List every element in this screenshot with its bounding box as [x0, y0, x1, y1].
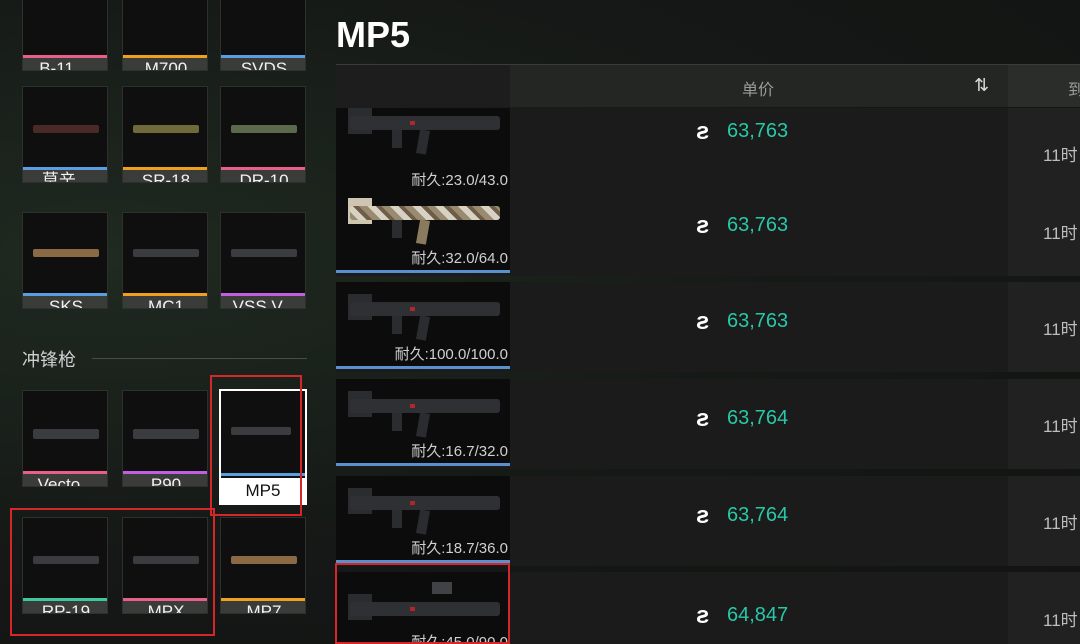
listing-weapon-image: 耐久:100.0/100.0 — [336, 282, 510, 366]
price-value: 63,763 — [727, 310, 789, 332]
weapon-card-vector[interactable]: Vecto... — [22, 390, 108, 487]
weapon-image — [221, 518, 305, 598]
mp5-icon — [348, 108, 500, 168]
weapon-image — [123, 87, 207, 167]
rarity-bar — [336, 463, 510, 466]
listing-weapon-image: 耐久:32.0/64.0 — [336, 186, 510, 270]
time-cell: 11时 — [1008, 476, 1080, 566]
durability-text: 耐久:32.0/64.0 — [411, 250, 508, 267]
time-value: 11时 — [1043, 146, 1078, 165]
header-next-label: 到 — [1068, 82, 1080, 99]
listing-row[interactable]: 耐久:18.7/36.0 ƨ 63,764 11时 — [336, 476, 1080, 566]
weapon-image — [23, 0, 107, 55]
weapon-card-mosin[interactable]: 莫辛... — [22, 86, 108, 183]
weapon-card-mp7[interactable]: MP7 — [220, 517, 306, 614]
highlight-box-mp5 — [210, 375, 302, 516]
page-title: MP5 — [336, 14, 411, 55]
header-price-label: 单价 — [742, 82, 775, 99]
weapon-label: Vecto... — [23, 474, 107, 486]
weapon-image — [23, 391, 107, 471]
listing-row[interactable]: 耐久:16.7/32.0 ƨ 63,764 11时 — [336, 379, 1080, 469]
weapon-card-vss[interactable]: VSS V... — [220, 212, 306, 309]
weapon-card-m700[interactable]: M700 — [122, 0, 208, 71]
price-value: 63,763 — [727, 214, 789, 236]
header-image-column — [336, 65, 510, 107]
currency-icon: ƨ — [696, 405, 710, 432]
listing-weapon-image: 耐久:16.7/32.0 — [336, 379, 510, 463]
time-cell: 11时 — [1008, 572, 1080, 644]
time-cell: 11时 — [1008, 379, 1080, 469]
time-cell: 11时 — [1008, 186, 1080, 276]
weapon-label: B-11 ... — [23, 58, 107, 70]
time-value: 11时 — [1043, 224, 1078, 243]
time-value: 11时 — [1043, 514, 1078, 533]
weapon-label: DR-10 — [221, 170, 305, 182]
currency-icon: ƨ — [696, 602, 710, 629]
price-value: 63,763 — [727, 120, 789, 142]
durability-text: 耐久:100.0/100.0 — [394, 346, 508, 363]
weapon-image — [221, 87, 305, 167]
weapon-label: P90 — [123, 474, 207, 486]
weapon-category-panel: B-11 ... M700 SVDS 莫辛... SR-18 DR-10 SKS… — [0, 0, 320, 644]
currency-icon: ƨ — [696, 118, 710, 145]
weapon-card-sr18[interactable]: SR-18 — [122, 86, 208, 183]
time-cell: 11时 — [1008, 108, 1080, 198]
price-value: 64,847 — [727, 604, 789, 626]
currency-icon: ƨ — [696, 502, 710, 529]
weapon-card-dr10[interactable]: DR-10 — [220, 86, 306, 183]
sort-icon[interactable]: ⇅ — [974, 75, 989, 96]
section-title-smg: 冲锋枪 — [22, 350, 76, 370]
listing-row[interactable]: 耐久:100.0/100.0 ƨ 63,763 11时 — [336, 282, 1080, 372]
listing-row[interactable]: 耐久:32.0/64.0 ƨ 63,763 11时 — [336, 186, 1080, 276]
weapon-image — [23, 213, 107, 293]
rarity-bar — [336, 270, 510, 273]
weapon-card-b11[interactable]: B-11 ... — [22, 0, 108, 71]
time-value: 11时 — [1043, 320, 1078, 339]
weapon-card-mc1[interactable]: MC1 — [122, 212, 208, 309]
highlight-box-listing — [335, 563, 510, 644]
weapon-label: SVDS — [221, 58, 305, 70]
weapon-image — [123, 213, 207, 293]
price-value: 63,764 — [727, 504, 789, 526]
rarity-bar — [336, 366, 510, 369]
weapon-label: MC1 — [123, 296, 207, 308]
weapon-label: SKS — [23, 296, 107, 308]
listing-row[interactable]: 耐久:23.0/43.0 ƨ 63,763 11时 — [336, 108, 1080, 198]
weapon-card-svds[interactable]: SVDS — [220, 0, 306, 71]
header-next-column[interactable]: 到 — [1008, 65, 1080, 107]
weapon-label: 莫辛... — [23, 170, 107, 182]
durability-text: 耐久:16.7/32.0 — [411, 443, 508, 460]
weapon-image — [221, 0, 305, 55]
listing-weapon-image: 耐久:23.0/43.0 — [336, 108, 510, 192]
weapon-image — [123, 0, 207, 55]
currency-icon: ƨ — [696, 212, 710, 239]
weapon-label: M700 — [123, 58, 207, 70]
weapon-image — [221, 213, 305, 293]
highlight-box-rp19-mpx — [10, 508, 215, 636]
price-value: 63,764 — [727, 407, 789, 429]
weapon-label: MP7 — [221, 601, 305, 613]
section-divider — [92, 358, 307, 359]
durability-text: 耐久:18.7/36.0 — [411, 540, 508, 557]
listing-weapon-image: 耐久:18.7/36.0 — [336, 476, 510, 560]
time-value: 11时 — [1043, 611, 1078, 630]
listing-table-header: 单价 ⇅ 到 — [336, 64, 1080, 107]
weapon-image — [123, 391, 207, 471]
time-value: 11时 — [1043, 417, 1078, 436]
weapon-label: SR-18 — [123, 170, 207, 182]
weapon-label: VSS V... — [221, 296, 305, 308]
weapon-card-p90[interactable]: P90 — [122, 390, 208, 487]
weapon-card-sks[interactable]: SKS — [22, 212, 108, 309]
weapon-image — [23, 87, 107, 167]
time-cell: 11时 — [1008, 282, 1080, 372]
currency-icon: ƨ — [696, 308, 710, 335]
